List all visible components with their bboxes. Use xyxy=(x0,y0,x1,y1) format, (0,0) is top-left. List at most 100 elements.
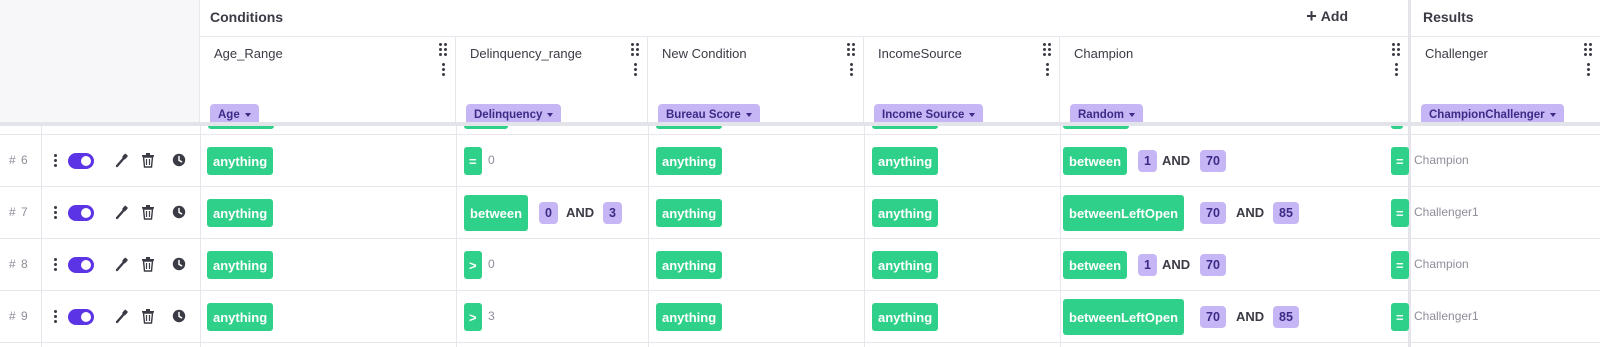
more-vertical-icon[interactable] xyxy=(1587,63,1590,76)
range-to-value[interactable]: 85 xyxy=(1273,306,1299,328)
condition-value[interactable]: 0 xyxy=(488,153,495,167)
condition-chip-income-source[interactable]: anything xyxy=(872,199,939,227)
drag-grip-icon[interactable] xyxy=(631,43,639,56)
operator-chip-champion[interactable]: betweenLeftOpen xyxy=(1063,299,1185,335)
condition-chip-age[interactable]: anything xyxy=(207,251,274,279)
clock-icon[interactable] xyxy=(172,152,186,168)
column-type-label: ChampionChallenger xyxy=(1429,109,1545,121)
range-from-value[interactable]: 70 xyxy=(1200,202,1226,224)
range-from-value[interactable]: 0 xyxy=(539,202,558,224)
drag-grip-icon[interactable] xyxy=(439,43,447,56)
caret-down-icon xyxy=(1549,113,1556,117)
caret-down-icon xyxy=(1129,113,1135,117)
result-operator-chip[interactable]: = xyxy=(1391,199,1409,227)
caret-down-icon xyxy=(547,113,554,117)
operator-chip-champion[interactable]: between xyxy=(1063,147,1128,175)
clock-icon[interactable] xyxy=(172,308,186,324)
chip-stub xyxy=(656,126,722,129)
table-row: # 6 anything = 0 anything anything betwe… xyxy=(0,135,1600,187)
trash-icon[interactable] xyxy=(141,152,155,168)
operator-chip-delinquency[interactable]: = xyxy=(464,147,482,175)
range-from-value[interactable]: 1 xyxy=(1138,254,1157,276)
condition-value[interactable]: 0 xyxy=(488,257,495,271)
column-name: IncomeSource xyxy=(878,46,962,61)
operator-chip-delinquency[interactable]: > xyxy=(464,251,482,279)
condition-chip-bureau-score[interactable]: anything xyxy=(656,147,723,175)
condition-chip-age[interactable]: anything xyxy=(207,303,274,331)
results-header: Results Challenger ChampionChallenger xyxy=(1408,0,1600,126)
result-operator-chip[interactable]: = xyxy=(1391,147,1409,175)
table-row: # 8 anything > 0 anything anything betwe… xyxy=(0,239,1600,291)
header-row-controls-area xyxy=(0,0,200,124)
result-value[interactable]: Champion xyxy=(1414,153,1469,167)
more-vertical-icon[interactable] xyxy=(850,63,853,76)
caret-down-icon xyxy=(244,113,251,117)
condition-chip-income-source[interactable]: anything xyxy=(872,251,939,279)
chip-stub xyxy=(208,126,274,129)
more-vertical-icon[interactable] xyxy=(54,206,57,219)
result-value[interactable]: Champion xyxy=(1414,257,1469,271)
condition-chip-bureau-score[interactable]: anything xyxy=(656,303,723,331)
row-enabled-toggle[interactable] xyxy=(68,257,94,273)
column-header-new-condition: New Condition Bureau Score xyxy=(648,36,864,126)
row-enabled-toggle[interactable] xyxy=(68,153,94,169)
trash-icon[interactable] xyxy=(141,308,155,324)
row-enabled-toggle[interactable] xyxy=(68,205,94,221)
and-label: AND xyxy=(1162,153,1191,168)
row-number: # 7 xyxy=(9,205,29,219)
result-value[interactable]: Challenger1 xyxy=(1414,309,1479,323)
conditions-header: Conditions + Add Age_Range Age Delinquen… xyxy=(200,0,1408,126)
condition-chip-bureau-score[interactable]: anything xyxy=(656,199,723,227)
operator-chip-champion[interactable]: betweenLeftOpen xyxy=(1063,195,1185,231)
chip-stub xyxy=(1391,126,1403,129)
add-condition-button[interactable]: + Add xyxy=(1306,6,1348,26)
drag-grip-icon[interactable] xyxy=(847,43,855,56)
drag-grip-icon[interactable] xyxy=(1584,43,1592,56)
condition-chip-age[interactable]: anything xyxy=(207,199,274,227)
trash-icon[interactable] xyxy=(141,204,155,220)
condition-value[interactable]: 3 xyxy=(488,309,495,323)
range-from-value[interactable]: 1 xyxy=(1138,150,1157,172)
column-header-champion: Champion Random xyxy=(1060,36,1408,126)
operator-chip-delinquency[interactable]: between xyxy=(464,195,529,231)
drag-grip-icon[interactable] xyxy=(1392,43,1400,56)
column-type-label: Delinquency xyxy=(474,109,543,121)
range-to-value[interactable]: 70 xyxy=(1200,254,1226,276)
range-from-value[interactable]: 70 xyxy=(1200,306,1226,328)
more-vertical-icon[interactable] xyxy=(54,154,57,167)
condition-chip-bureau-score[interactable]: anything xyxy=(656,251,723,279)
and-label: AND xyxy=(1162,257,1191,272)
result-operator-chip[interactable]: = xyxy=(1391,303,1409,331)
table-row: # 7 anything between 0 AND 3 anything an… xyxy=(0,187,1600,239)
range-to-value[interactable]: 70 xyxy=(1200,150,1226,172)
column-type-label: Income Source xyxy=(882,109,965,121)
trash-icon[interactable] xyxy=(141,256,155,272)
condition-chip-age[interactable]: anything xyxy=(207,147,274,175)
column-name: Delinquency_range xyxy=(470,46,583,61)
result-operator-chip[interactable]: = xyxy=(1391,251,1409,279)
wand-icon[interactable] xyxy=(115,204,129,220)
result-value[interactable]: Challenger1 xyxy=(1414,205,1479,219)
range-to-value[interactable]: 85 xyxy=(1273,202,1299,224)
condition-chip-income-source[interactable]: anything xyxy=(872,303,939,331)
wand-icon[interactable] xyxy=(115,256,129,272)
more-vertical-icon[interactable] xyxy=(442,63,445,76)
clock-icon[interactable] xyxy=(172,256,186,272)
wand-icon[interactable] xyxy=(115,308,129,324)
operator-chip-delinquency[interactable]: > xyxy=(464,303,482,331)
clock-icon[interactable] xyxy=(172,204,186,220)
more-vertical-icon[interactable] xyxy=(1046,63,1049,76)
plus-icon: + xyxy=(1306,6,1317,26)
caret-down-icon xyxy=(969,113,976,117)
drag-grip-icon[interactable] xyxy=(1043,43,1051,56)
more-vertical-icon[interactable] xyxy=(1395,63,1398,76)
wand-icon[interactable] xyxy=(115,152,129,168)
more-vertical-icon[interactable] xyxy=(54,258,57,271)
condition-chip-income-source[interactable]: anything xyxy=(872,147,939,175)
operator-chip-champion[interactable]: between xyxy=(1063,251,1128,279)
more-vertical-icon[interactable] xyxy=(54,310,57,323)
row-enabled-toggle[interactable] xyxy=(68,309,94,325)
range-to-value[interactable]: 3 xyxy=(603,202,622,224)
more-vertical-icon[interactable] xyxy=(634,63,637,76)
column-header-delinquency-range: Delinquency_range Delinquency xyxy=(456,36,648,126)
